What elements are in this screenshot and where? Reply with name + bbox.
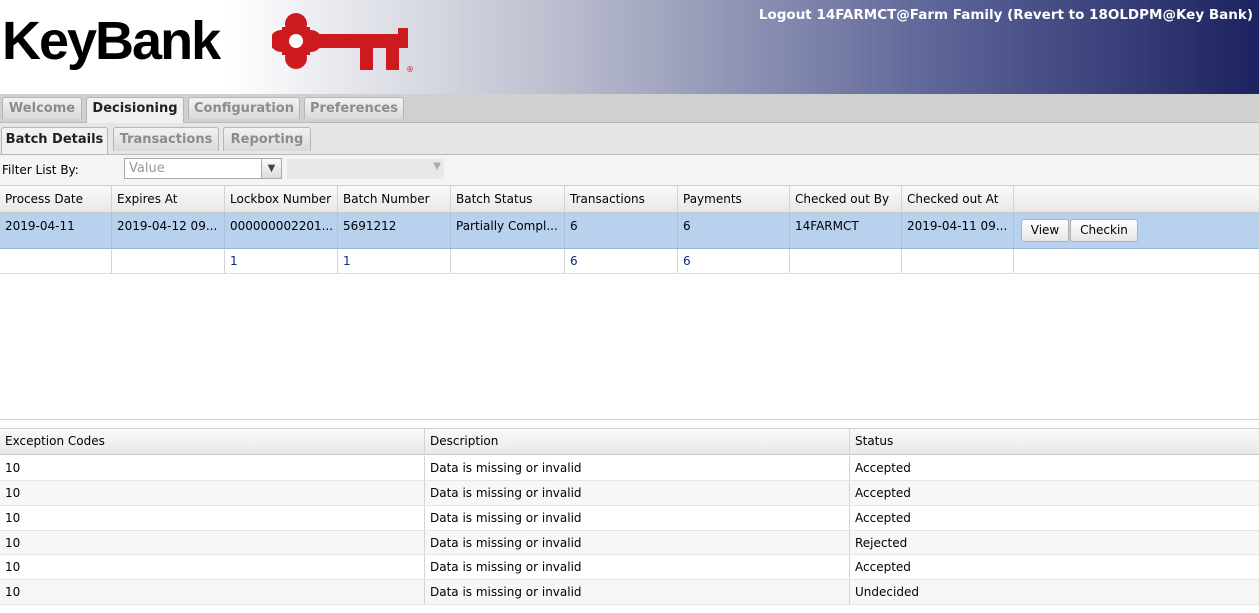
cell-status: Accepted bbox=[855, 461, 911, 475]
cell-exception-code: 10 bbox=[0, 531, 425, 554]
summary-batch-count: 1 bbox=[338, 249, 451, 273]
checkin-button[interactable]: Checkin bbox=[1070, 219, 1138, 242]
summary-cell bbox=[0, 249, 112, 273]
cell-description: Data is missing or invalid bbox=[425, 580, 850, 604]
col-batch-status[interactable]: Batch Status bbox=[451, 186, 565, 212]
col-status[interactable]: Status bbox=[850, 429, 1259, 454]
col-expires-at[interactable]: Expires At bbox=[112, 186, 225, 212]
summary-cell bbox=[112, 249, 225, 273]
tab-reporting[interactable]: Reporting bbox=[223, 127, 311, 151]
app-header: KeyBank ® Logout 14FARMCT@Farm Family (R… bbox=[0, 0, 1259, 94]
summary-payments-total: 6 bbox=[678, 249, 790, 273]
table-row[interactable]: 10 Data is missing or invalid Accepted bbox=[0, 481, 1259, 506]
cell-checked-out-at: 2019-04-11 09... bbox=[902, 213, 1014, 248]
cell-description: Data is missing or invalid bbox=[425, 456, 850, 480]
batch-table: Process Date Expires At Lockbox Number B… bbox=[0, 185, 1259, 275]
summary-cell bbox=[451, 249, 565, 273]
cell-exception-code: 10 bbox=[0, 481, 425, 505]
col-payments[interactable]: Payments bbox=[678, 186, 790, 212]
cell-exception-code: 10 bbox=[0, 580, 425, 604]
sub-tab-bar: Batch Details Transactions Reporting bbox=[0, 123, 1259, 155]
cell-description: Data is missing or invalid bbox=[425, 481, 850, 505]
filter-value-select: ▼ bbox=[287, 159, 444, 179]
exception-table-header: Exception Codes Description Status bbox=[0, 428, 1259, 455]
cell-status: Rejected bbox=[855, 536, 908, 550]
chevron-down-icon: ▼ bbox=[433, 161, 441, 172]
cell-description: Data is missing or invalid bbox=[425, 555, 850, 579]
chevron-down-icon[interactable]: ▼ bbox=[261, 159, 281, 178]
summary-transactions-total: 6 bbox=[565, 249, 678, 273]
cell-exception-code: 10 bbox=[0, 506, 425, 530]
col-batch-number[interactable]: Batch Number bbox=[338, 186, 451, 212]
table-row[interactable]: 2019-04-11 2019-04-12 09... 000000002201… bbox=[0, 213, 1259, 249]
cell-status: Accepted bbox=[855, 511, 911, 525]
table-row[interactable]: 10 Data is missing or invalid Rejected bbox=[0, 531, 1259, 555]
table-row[interactable]: 10 Data is missing or invalid Undecided bbox=[0, 580, 1259, 605]
tab-transactions[interactable]: Transactions bbox=[113, 127, 219, 151]
col-process-date[interactable]: Process Date bbox=[0, 186, 112, 212]
summary-lockbox-count: 1 bbox=[225, 249, 338, 273]
col-transactions[interactable]: Transactions bbox=[565, 186, 678, 212]
col-description[interactable]: Description bbox=[425, 429, 850, 454]
cell-description: Data is missing or invalid bbox=[425, 531, 850, 554]
col-lockbox-number[interactable]: Lockbox Number bbox=[225, 186, 338, 212]
keybank-logo: KeyBank bbox=[2, 11, 221, 71]
tab-decisioning[interactable]: Decisioning bbox=[86, 97, 184, 123]
summary-row: 1 1 6 6 bbox=[0, 249, 1259, 274]
tab-welcome[interactable]: Welcome bbox=[2, 97, 82, 119]
summary-cell bbox=[902, 249, 1014, 273]
cell-checked-out-by: 14FARMCT bbox=[790, 213, 902, 248]
panel-divider[interactable] bbox=[0, 419, 1259, 420]
filter-bar: Filter List By: Value ▼ ▼ bbox=[0, 155, 1259, 185]
exception-table: Exception Codes Description Status 10 Da… bbox=[0, 428, 1259, 613]
svg-text:®: ® bbox=[406, 65, 414, 74]
cell-expires-at: 2019-04-12 09... bbox=[112, 213, 225, 248]
filter-label: Filter List By: bbox=[2, 163, 79, 177]
batch-table-header: Process Date Expires At Lockbox Number B… bbox=[0, 185, 1259, 213]
table-row[interactable]: 10 Data is missing or invalid Accepted bbox=[0, 456, 1259, 481]
cell-exception-code: 10 bbox=[0, 456, 425, 480]
tab-configuration[interactable]: Configuration bbox=[188, 97, 300, 119]
key-logo-icon: ® bbox=[272, 13, 414, 74]
col-checked-out-at[interactable]: Checked out At bbox=[902, 186, 1014, 212]
tab-batch-details[interactable]: Batch Details bbox=[1, 127, 108, 154]
col-checked-out-by[interactable]: Checked out By bbox=[790, 186, 902, 212]
table-row[interactable]: 10 Data is missing or invalid Accepted bbox=[0, 506, 1259, 531]
view-button[interactable]: View bbox=[1021, 219, 1069, 242]
cell-description: Data is missing or invalid bbox=[425, 506, 850, 530]
cell-transactions: 6 bbox=[565, 213, 678, 248]
cell-status: Undecided bbox=[855, 585, 919, 599]
col-exception-codes[interactable]: Exception Codes bbox=[0, 429, 425, 454]
cell-status: Accepted bbox=[855, 486, 911, 500]
summary-cell bbox=[790, 249, 902, 273]
cell-status: Accepted bbox=[855, 560, 911, 574]
cell-exception-code: 10 bbox=[0, 555, 425, 579]
cell-batch-status: Partially Compl... bbox=[451, 213, 565, 248]
tab-preferences[interactable]: Preferences bbox=[304, 97, 404, 119]
filter-field-select[interactable]: Value ▼ bbox=[124, 158, 282, 179]
cell-lockbox-number: 000000002201... bbox=[225, 213, 338, 248]
table-row[interactable]: 10 Data is missing or invalid Accepted bbox=[0, 555, 1259, 580]
main-tab-bar: Welcome Decisioning Configuration Prefer… bbox=[0, 94, 1259, 123]
cell-payments: 6 bbox=[678, 213, 790, 248]
filter-select-value: Value bbox=[129, 161, 165, 176]
logout-link[interactable]: Logout 14FARMCT@Farm Family (Revert to 1… bbox=[759, 7, 1253, 23]
cell-batch-number: 5691212 bbox=[338, 213, 451, 248]
cell-process-date: 2019-04-11 bbox=[0, 213, 112, 248]
